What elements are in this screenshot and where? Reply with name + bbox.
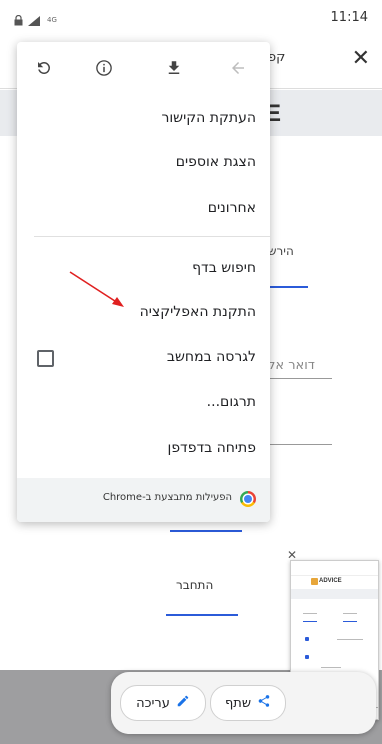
edit-button[interactable]: עריכה xyxy=(120,685,206,721)
share-label: שתף xyxy=(224,695,252,711)
menu-item-open-in-browser[interactable]: פתיחה בדפדפן xyxy=(168,440,257,456)
email-field[interactable]: דואר אל xyxy=(268,358,315,373)
thumbnail-dot xyxy=(305,637,309,641)
thumbnail-toolbar xyxy=(291,561,378,576)
network-type: 4G xyxy=(47,16,57,24)
desktop-site-checkbox[interactable] xyxy=(37,350,54,367)
info-icon[interactable] xyxy=(91,55,117,81)
close-icon[interactable]: ✕ xyxy=(352,46,370,71)
screenshot-actions-bar: שתף עריכה xyxy=(111,672,376,734)
menu-item-copy-link[interactable]: העתקת הקישור xyxy=(161,110,256,126)
thumbnail-line xyxy=(343,613,357,614)
menu-item-collections[interactable]: הצגת אוספים xyxy=(176,154,256,170)
status-bar: 4G 11:14 xyxy=(0,0,382,34)
field-underline xyxy=(170,530,242,532)
menu-divider xyxy=(34,236,270,237)
thumbnail-banner xyxy=(291,589,378,599)
thumbnail-brand: ADVICE xyxy=(319,578,342,584)
menu-item-recents[interactable]: אחרונים xyxy=(208,200,256,216)
refresh-icon[interactable] xyxy=(31,55,57,81)
chrome-icon xyxy=(240,491,256,507)
clock: 11:14 xyxy=(330,10,368,25)
menu-footer: הפעילות מתבצעת ב-Chrome xyxy=(17,478,270,522)
menu-item-install-app[interactable]: התקנת האפליקציה xyxy=(140,304,256,320)
thumbnail-line xyxy=(337,639,363,640)
field-label: הירש xyxy=(268,244,294,258)
back-arrow-icon[interactable] xyxy=(225,55,251,81)
menu-item-find-in-page[interactable]: חיפוש בדף xyxy=(192,260,256,276)
thumbnail-line xyxy=(303,613,317,614)
menu-item-translate[interactable]: תרגום... xyxy=(207,394,256,410)
share-icon xyxy=(257,694,271,712)
field-underline xyxy=(268,286,308,288)
thumbnail-logo-icon xyxy=(311,578,318,585)
signal-icon xyxy=(28,11,40,30)
field-underline xyxy=(268,378,332,379)
download-icon[interactable] xyxy=(161,55,187,81)
share-button[interactable]: שתף xyxy=(210,685,286,721)
login-link[interactable]: התחבר xyxy=(176,578,213,592)
pencil-icon xyxy=(176,694,190,712)
thumbnail-line xyxy=(303,621,317,622)
lock-icon xyxy=(14,11,23,30)
thumbnail-line xyxy=(343,621,357,622)
thumbnail-line xyxy=(321,667,341,668)
menu-toolbar xyxy=(17,42,270,94)
page-title-fragment: קפ xyxy=(268,50,286,65)
powered-by-chrome-text: הפעילות מתבצעת ב-Chrome xyxy=(102,492,232,503)
login-underline xyxy=(166,614,238,616)
field-underline xyxy=(268,444,332,445)
edit-label: עריכה xyxy=(136,695,170,711)
overflow-menu: העתקת הקישור הצגת אוספים אחרונים חיפוש ב… xyxy=(17,42,270,522)
thumbnail-dot xyxy=(305,655,309,659)
menu-item-desktop-site[interactable]: לגרסה במחשב xyxy=(167,349,256,365)
